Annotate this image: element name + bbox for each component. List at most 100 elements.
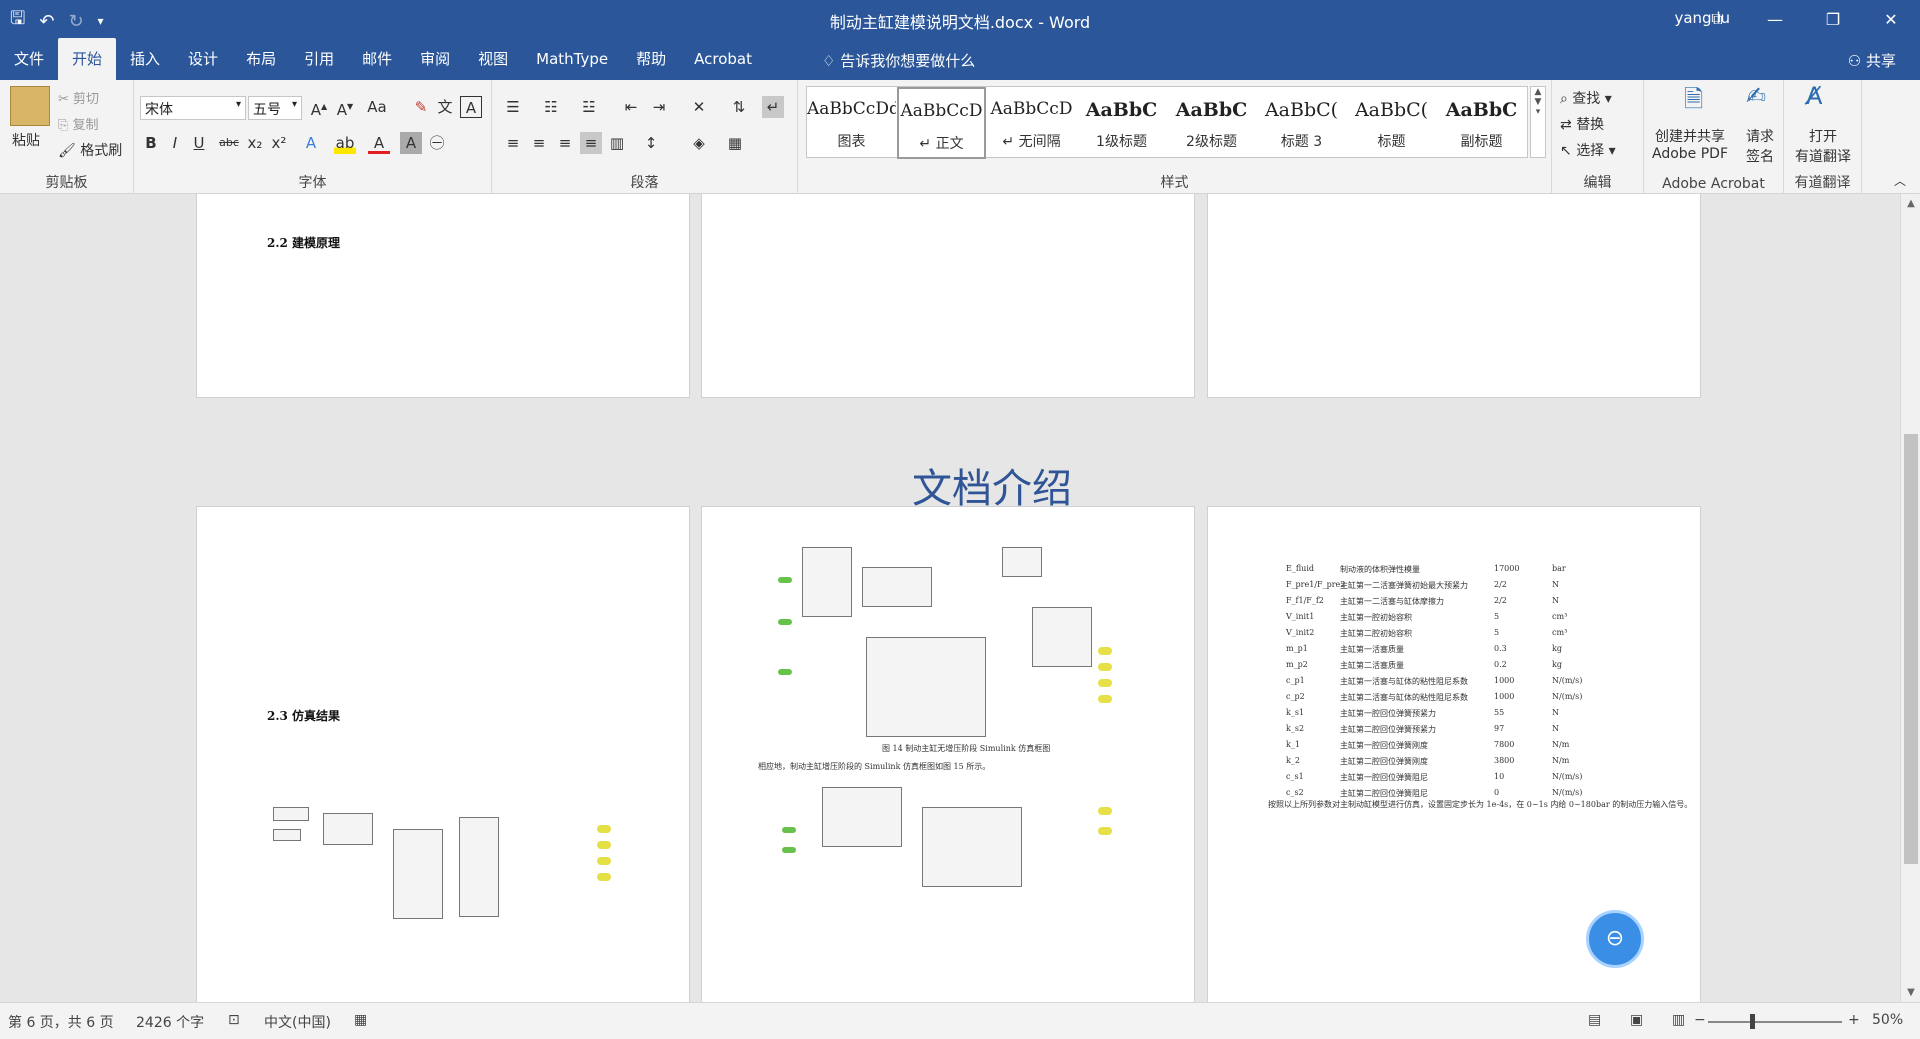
floating-assistant-button[interactable]: ⊖ — [1586, 910, 1644, 968]
tab-0[interactable]: 文件 — [0, 38, 58, 80]
page-1[interactable]: 2.2 建模原理 — [196, 194, 690, 398]
italic-icon[interactable]: I — [164, 132, 186, 154]
copy-button[interactable]: ⎘ 复制 — [58, 114, 99, 133]
chinese-layout-icon[interactable]: ✕ — [688, 96, 710, 118]
tab-11[interactable]: Acrobat — [680, 38, 766, 80]
diagram-block — [802, 547, 852, 617]
word-count[interactable]: 2426 个字 — [136, 1012, 204, 1032]
enclose-char-icon[interactable]: ㊀ — [426, 132, 448, 154]
align-left-icon[interactable]: ≡ — [502, 132, 524, 154]
char-border-icon[interactable]: A — [460, 96, 482, 118]
tab-4[interactable]: 布局 — [232, 38, 290, 80]
create-share-pdf-button[interactable]: 创建并共享 Adobe PDF — [1650, 126, 1730, 162]
tab-5[interactable]: 引用 — [290, 38, 348, 80]
page-5[interactable]: 图 14 制动主缸无增压阶段 Simulink 仿真框图 相应地，制动主缸增压阶… — [701, 506, 1195, 1002]
multilevel-list-icon[interactable]: ☳ — [578, 96, 600, 118]
distributed-icon[interactable]: ▥ — [606, 132, 628, 154]
macro-icon[interactable]: ▦ — [354, 1012, 367, 1028]
scroll-down-icon[interactable]: ▼ — [1901, 987, 1920, 998]
style-item[interactable]: AaBbCcD ↵ 正文 — [897, 87, 986, 159]
style-item[interactable]: AaBbC 1级标题 — [1077, 87, 1166, 159]
tab-6[interactable]: 邮件 — [348, 38, 406, 80]
page-3[interactable] — [1207, 194, 1701, 398]
style-item[interactable]: AaBbC(标题 — [1347, 87, 1436, 159]
styles-scroll[interactable]: ▲ ▼ ▾ — [1530, 86, 1546, 158]
strikethrough-icon[interactable]: abc — [218, 132, 240, 154]
tab-8[interactable]: 视图 — [464, 38, 522, 80]
zoom-slider-thumb[interactable] — [1750, 1014, 1755, 1029]
font-color-icon[interactable]: A — [368, 132, 390, 154]
style-item[interactable]: AaBbC(标题 3 — [1257, 87, 1346, 159]
close-button[interactable]: ✕ — [1862, 0, 1920, 38]
subscript-icon[interactable]: x₂ — [244, 132, 266, 154]
open-translate-button[interactable]: 打开 有道翻译 — [1790, 126, 1856, 166]
increase-indent-icon[interactable]: ⇥ — [648, 96, 670, 118]
shading-icon[interactable]: ◈ — [688, 132, 710, 154]
zoom-level[interactable]: 50% — [1872, 1012, 1903, 1028]
change-case-icon[interactable]: Aa — [366, 96, 388, 118]
table-cell: cm³ — [1552, 612, 1568, 621]
shrink-font-icon[interactable]: A▼ — [334, 96, 356, 119]
tab-7[interactable]: 审阅 — [406, 38, 464, 80]
borders-icon[interactable]: ▦ — [724, 132, 746, 154]
document-area[interactable]: 2.2 建模原理 2.3 仿真结果 图 14 制动主缸无增压阶段 Simulin… — [0, 194, 1900, 1002]
replace-button[interactable]: ⇄ 替换 — [1560, 114, 1604, 134]
zoom-slider[interactable] — [1708, 1021, 1842, 1023]
tab-10[interactable]: 帮助 — [622, 38, 680, 80]
decrease-indent-icon[interactable]: ⇤ — [620, 96, 642, 118]
underline-icon[interactable]: U — [188, 132, 210, 154]
bold-icon[interactable]: B — [140, 132, 162, 154]
line-spacing-icon[interactable]: ↕ — [640, 132, 662, 154]
clear-format-icon[interactable]: ✎ — [410, 96, 432, 118]
scroll-thumb[interactable] — [1904, 434, 1918, 864]
page-count[interactable]: 第 6 页，共 6 页 — [8, 1012, 114, 1032]
request-sign-button[interactable]: 请求 签名 — [1746, 126, 1774, 166]
tab-2[interactable]: 插入 — [116, 38, 174, 80]
zoom-in-icon[interactable]: + — [1848, 1012, 1860, 1028]
style-item[interactable]: AaBbCcD ↵ 无间隔 — [987, 87, 1076, 159]
show-marks-icon[interactable]: ↵ — [762, 96, 784, 118]
find-button[interactable]: ⌕ 查找 ▾ — [1560, 88, 1612, 108]
style-item[interactable]: AaBbC 2级标题 — [1167, 87, 1256, 159]
zoom-out-icon[interactable]: − — [1694, 1012, 1706, 1028]
vertical-scrollbar[interactable]: ▲ ▼ — [1900, 194, 1920, 1002]
paste-icon[interactable] — [10, 86, 50, 126]
align-right-icon[interactable]: ≡ — [554, 132, 576, 154]
select-button[interactable]: ↖ 选择 ▾ — [1560, 140, 1616, 160]
page-4[interactable]: 2.3 仿真结果 — [196, 506, 690, 1002]
page-2[interactable] — [701, 194, 1195, 398]
collapse-ribbon-icon[interactable]: ︿ — [1894, 172, 1906, 189]
language-status[interactable]: 中文(中国) — [264, 1012, 331, 1032]
minimize-button[interactable]: — — [1746, 0, 1804, 38]
share-button[interactable]: ⚇ 共享 — [1848, 50, 1896, 71]
paste-button[interactable]: 粘贴 — [12, 130, 40, 150]
char-shading-icon[interactable]: A — [400, 132, 422, 154]
justify-icon[interactable]: ≡ — [580, 132, 602, 154]
read-mode-icon[interactable]: ▤ — [1588, 1012, 1601, 1028]
sort-icon[interactable]: ⇅ — [728, 96, 750, 118]
highlight-icon[interactable]: ab — [334, 132, 356, 154]
print-layout-icon[interactable]: ▣ — [1630, 1012, 1643, 1028]
superscript-icon[interactable]: x² — [268, 132, 290, 154]
tab-3[interactable]: 设计 — [174, 38, 232, 80]
proofing-icon[interactable]: ⊡ — [228, 1012, 240, 1028]
text-effects-icon[interactable]: A — [300, 132, 322, 154]
style-item[interactable]: AaBbC 副标题 — [1437, 87, 1526, 159]
scroll-up-icon[interactable]: ▲ — [1901, 198, 1920, 209]
grow-font-icon[interactable]: A▲ — [308, 96, 330, 119]
format-painter-button[interactable]: 🖌 格式刷 — [58, 140, 122, 160]
align-center-icon[interactable]: ≡ — [528, 132, 550, 154]
font-name-select[interactable]: 宋体 ▾ — [140, 96, 246, 120]
ribbon-display-icon[interactable]: ⧉ — [1688, 0, 1746, 38]
phonetic-guide-icon[interactable]: 文 — [434, 96, 456, 118]
tab-1[interactable]: 开始 — [58, 38, 117, 80]
restore-button[interactable]: ❐ — [1804, 0, 1862, 38]
tab-9[interactable]: MathType — [522, 38, 622, 80]
style-item[interactable]: AaBbCcDdE 图表 — [807, 87, 896, 159]
web-layout-icon[interactable]: ▥ — [1672, 1012, 1685, 1028]
font-size-select[interactable]: 五号 ▾ — [248, 96, 302, 120]
numbering-icon[interactable]: ☷ — [540, 96, 562, 118]
bullets-icon[interactable]: ☰ — [502, 96, 524, 118]
tell-me-search[interactable]: ♢ 告诉我你想要做什么 — [822, 50, 975, 71]
cut-button[interactable]: ✂ 剪切 — [58, 88, 99, 107]
